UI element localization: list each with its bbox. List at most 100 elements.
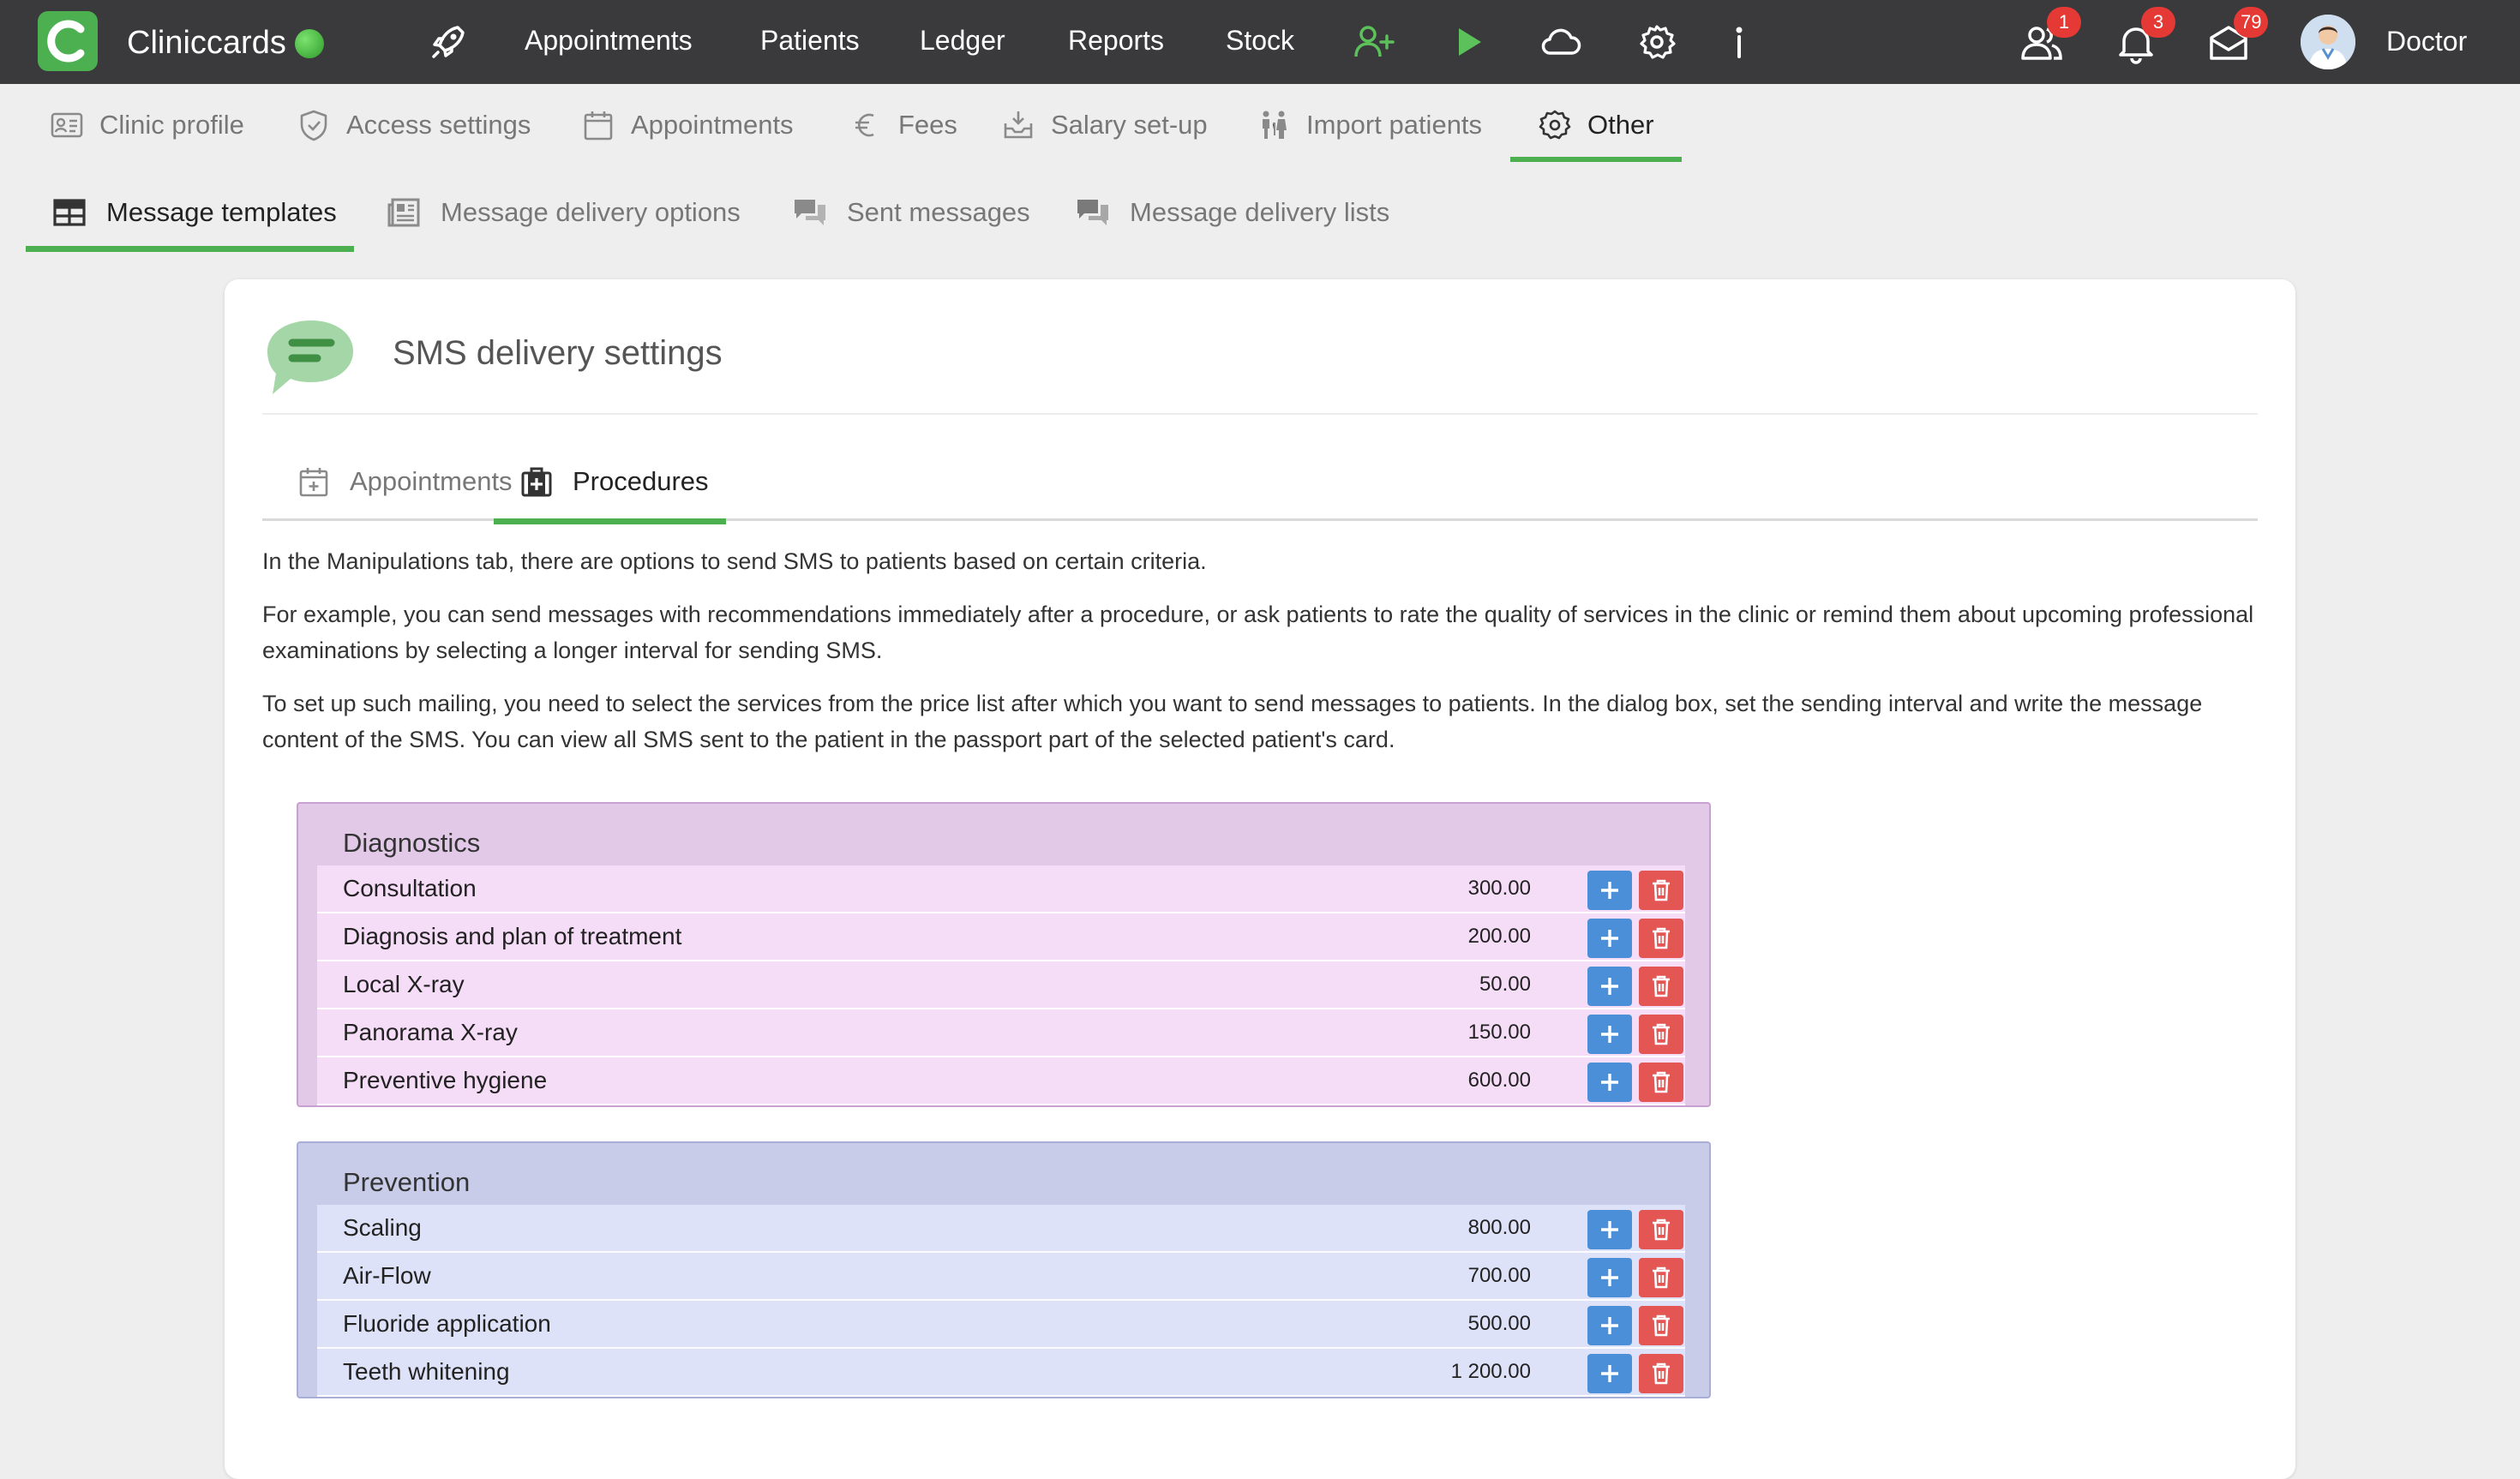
description-paragraph-2: For example, you can send messages with … — [262, 602, 2254, 663]
procedure-name: Teeth whitening — [343, 1358, 510, 1385]
calendar-icon — [584, 111, 613, 141]
user-name[interactable]: Doctor — [2386, 26, 2467, 57]
delete-button[interactable] — [1639, 871, 1683, 910]
tab-import-patients-label: Import patients — [1306, 110, 1483, 140]
tab-fees-label: Fees — [898, 110, 957, 140]
plus-icon — [1601, 1026, 1618, 1043]
procedure-price: 150.00 — [1467, 1021, 1531, 1044]
add-sms-button[interactable] — [1587, 967, 1632, 1006]
procedure-name: Diagnosis and plan of treatment — [343, 923, 682, 949]
newspaper-icon — [387, 198, 420, 227]
procedure-price: 600.00 — [1467, 1069, 1531, 1092]
delete-button[interactable] — [1639, 1015, 1683, 1054]
plus-icon — [1601, 1317, 1618, 1334]
add-patient-icon[interactable] — [1353, 22, 1395, 62]
nav-stock[interactable]: Stock — [1226, 25, 1294, 57]
card-divider — [262, 413, 2258, 415]
tab-access-settings-label: Access settings — [346, 110, 531, 140]
plus-icon — [1601, 930, 1618, 947]
add-sms-button[interactable] — [1587, 1063, 1632, 1102]
procedure-row: Fluoride application 500.00 — [317, 1301, 1685, 1349]
cloud-icon[interactable] — [1539, 22, 1581, 62]
procedure-row: Teeth whitening 1 200.00 — [317, 1349, 1685, 1397]
delete-button[interactable] — [1639, 1354, 1683, 1393]
procedure-row: Air-Flow 700.00 — [317, 1253, 1685, 1301]
chat-bubbles-icon — [795, 200, 825, 225]
settings-tabs: Clinic profile Access settings Appointme… — [0, 84, 2520, 166]
tab-clinic-profile-label: Clinic profile — [99, 110, 244, 140]
medical-kit-icon — [521, 467, 552, 497]
online-status-dot — [294, 28, 324, 58]
notifications-count-badge: 3 — [2141, 7, 2175, 38]
rocket-icon[interactable] — [429, 22, 468, 62]
delete-button[interactable] — [1639, 1258, 1683, 1297]
tab-appointments[interactable]: Appointments — [581, 84, 794, 166]
tab-salary-set-up[interactable]: Salary set-up — [1001, 84, 1208, 166]
trash-icon — [1653, 1023, 1670, 1045]
delete-button[interactable] — [1639, 967, 1683, 1006]
procedure-price: 500.00 — [1467, 1312, 1531, 1335]
logo-c-icon — [47, 20, 85, 63]
procedure-price: 800.00 — [1467, 1216, 1531, 1239]
plus-icon — [1601, 1074, 1618, 1091]
add-sms-button[interactable] — [1587, 1015, 1632, 1054]
subtab-procedures[interactable]: Procedures — [494, 442, 726, 524]
procedure-row: Scaling 800.00 — [317, 1205, 1685, 1253]
procedure-name: Consultation — [343, 875, 477, 901]
brand-name: Cliniccards — [127, 25, 286, 61]
add-sms-button[interactable] — [1587, 871, 1632, 910]
settings-gear-icon[interactable] — [1637, 22, 1677, 62]
add-sms-button[interactable] — [1587, 919, 1632, 958]
user-avatar[interactable] — [2301, 15, 2355, 69]
plus-icon — [1601, 1365, 1618, 1382]
euro-icon — [855, 113, 874, 137]
brand: Cliniccards — [127, 25, 324, 62]
tab-message-delivery-options-label: Message delivery options — [441, 197, 741, 227]
tab-sent-messages-label: Sent messages — [847, 197, 1030, 227]
messages-button[interactable]: 79 — [2205, 7, 2269, 67]
chat-list-icon — [1077, 200, 1108, 225]
description-paragraph-3: To set up such mailing, you need to sele… — [262, 691, 2203, 752]
tab-fees[interactable]: Fees — [849, 84, 957, 166]
add-sms-button[interactable] — [1587, 1306, 1632, 1345]
trash-icon — [1653, 975, 1670, 997]
sms-chat-icon — [267, 320, 353, 394]
add-sms-button[interactable] — [1587, 1354, 1632, 1393]
subtab-appointments[interactable]: Appointments — [297, 442, 513, 521]
nav-patients[interactable]: Patients — [760, 25, 860, 57]
cliniccards-logo[interactable] — [38, 11, 98, 71]
procedure-price: 300.00 — [1467, 877, 1531, 900]
tab-access-settings[interactable]: Access settings — [297, 84, 531, 166]
group-title: Diagnostics — [343, 828, 481, 858]
delete-button[interactable] — [1639, 919, 1683, 958]
procedure-price: 700.00 — [1467, 1264, 1531, 1287]
delete-button[interactable] — [1639, 1306, 1683, 1345]
tab-clinic-profile[interactable]: Clinic profile — [50, 84, 244, 166]
procedure-price: 1 200.00 — [1450, 1360, 1531, 1383]
users-button[interactable]: 1 — [2018, 7, 2081, 67]
id-card-icon — [51, 112, 83, 138]
notifications-button[interactable]: 3 — [2112, 7, 2175, 67]
info-icon[interactable] — [1719, 22, 1759, 62]
tab-message-delivery-lists[interactable]: Message delivery lists — [1075, 171, 1389, 254]
add-sms-button[interactable] — [1587, 1210, 1632, 1249]
tab-sent-messages[interactable]: Sent messages — [792, 171, 1030, 254]
gear-icon — [1539, 110, 1571, 140]
nav-appointments[interactable]: Appointments — [525, 25, 693, 57]
shield-check-icon — [300, 110, 327, 141]
delete-button[interactable] — [1639, 1063, 1683, 1102]
delete-button[interactable] — [1639, 1210, 1683, 1249]
tab-message-delivery-options[interactable]: Message delivery options — [386, 171, 741, 254]
add-sms-button[interactable] — [1587, 1258, 1632, 1297]
procedure-name: Scaling — [343, 1214, 422, 1241]
procedure-row: Diagnosis and plan of treatment 200.00 — [317, 913, 1685, 961]
procedure-group-prevention: Prevention Scaling 800.00 Air-Flow 700.0… — [297, 1141, 1711, 1398]
nav-ledger[interactable]: Ledger — [920, 25, 1005, 57]
tab-import-patients[interactable]: Import patients — [1257, 84, 1482, 166]
tab-message-templates[interactable]: Message templates — [26, 171, 354, 254]
tab-other[interactable]: Other — [1510, 84, 1681, 166]
description-paragraph-1: In the Manipulations tab, there are opti… — [262, 548, 1207, 574]
play-icon[interactable] — [1449, 22, 1488, 62]
inbox-download-icon — [1004, 111, 1033, 139]
nav-reports[interactable]: Reports — [1068, 25, 1164, 57]
